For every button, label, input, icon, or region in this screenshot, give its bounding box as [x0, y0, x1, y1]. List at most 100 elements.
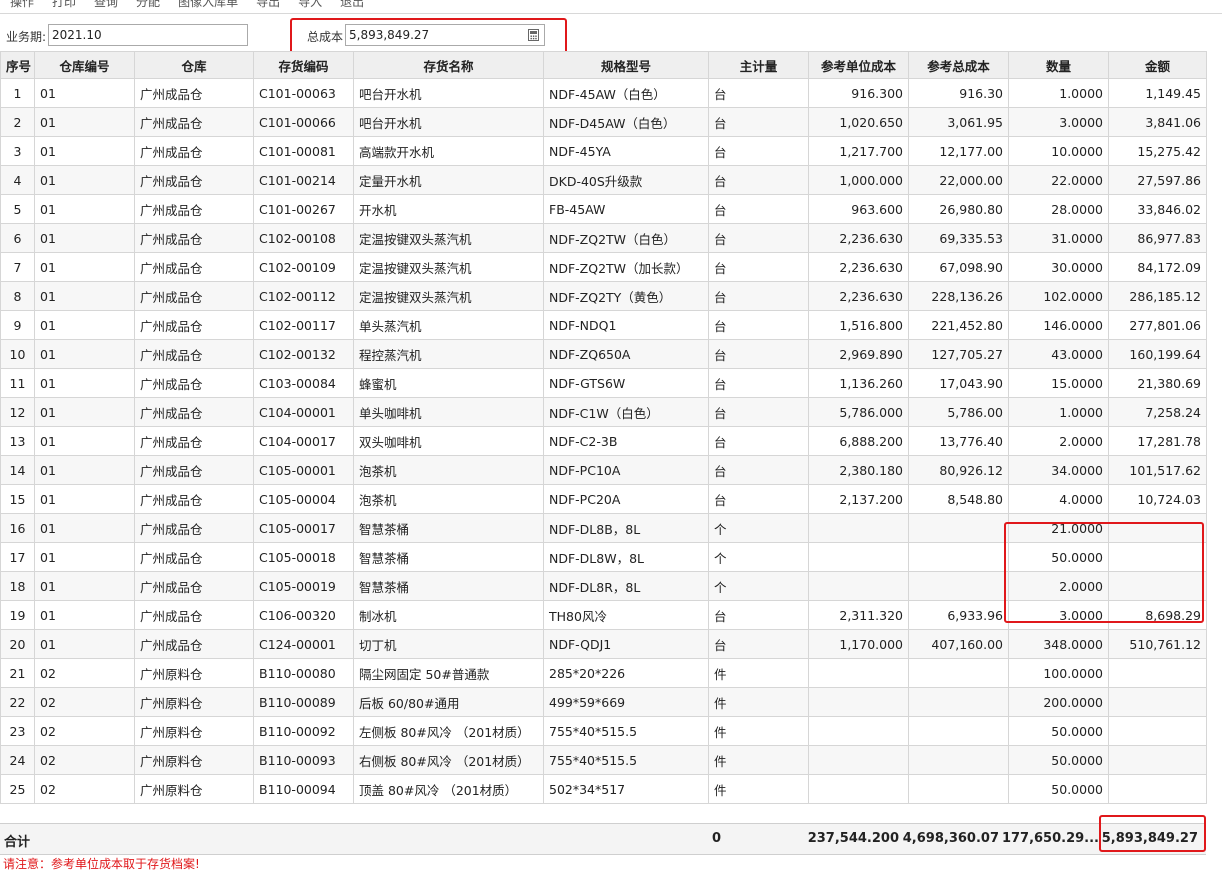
- column-header[interactable]: 仓库编号: [34, 51, 135, 79]
- table-body: 1 01 广州成品仓 C101-00063 吧台开水机 NDF-45AW（白色）台 916.…: [0, 78, 1207, 804]
- table-cell: 11: [0, 368, 35, 398]
- column-header[interactable]: 存货名称: [353, 51, 544, 79]
- table-cell: 广州成品仓: [134, 165, 254, 195]
- table-cell: 台: [708, 165, 809, 195]
- toolbar-item[interactable]: 分配: [136, 0, 160, 9]
- column-header[interactable]: 规格型号: [543, 51, 709, 79]
- table-row[interactable]: 23 02 广州原料仓 B110-00092 左侧板 80#风冷 （201材质） 755*…: [0, 716, 1207, 746]
- toolbar-item[interactable]: 查询: [94, 0, 118, 9]
- table-cell: [908, 571, 1009, 601]
- table-cell: 6,933.96: [908, 600, 1009, 630]
- toolbar-item[interactable]: 导出: [256, 0, 280, 9]
- table-row[interactable]: 14 01 广州成品仓 C105-00001 泡茶机 NDF-PC10A 台 2,380.18…: [0, 455, 1207, 485]
- table-cell: 15,275.42: [1108, 136, 1207, 166]
- table-cell: 件: [708, 716, 809, 746]
- table-row[interactable]: 24 02 广州原料仓 B110-00093 右侧板 80#风冷 （201材质） 755*…: [0, 745, 1207, 775]
- table-row[interactable]: 4 01 广州成品仓 C101-00214 定量开水机 DKD-40S升级款台 1,000.…: [0, 165, 1207, 195]
- period-label: 业务期:: [6, 30, 47, 44]
- period-input[interactable]: 2021.10: [48, 24, 248, 46]
- table-row[interactable]: 2 01 广州成品仓 C101-00066 吧台开水机 NDF-D45AW（白色）台 1,0…: [0, 107, 1207, 137]
- table-cell: 广州成品仓: [134, 629, 254, 659]
- table-cell: 286,185.12: [1108, 281, 1207, 311]
- table-cell: 348.0000: [1008, 629, 1109, 659]
- table-cell: 广州成品仓: [134, 136, 254, 166]
- column-header[interactable]: 序号: [0, 51, 35, 79]
- table-cell: [908, 774, 1009, 804]
- column-header[interactable]: 金额: [1108, 51, 1207, 79]
- table-cell: 台: [708, 484, 809, 514]
- table-row[interactable]: 15 01 广州成品仓 C105-00004 泡茶机 NDF-PC20A 台 2,137.20…: [0, 484, 1207, 514]
- table-cell: 顶盖 80#风冷 （201材质）: [353, 774, 544, 804]
- table-cell: 01: [34, 78, 135, 108]
- table-cell: 广州成品仓: [134, 281, 254, 311]
- table-row[interactable]: 6 01 广州成品仓 C102-00108 定温按键双头蒸汽机 NDF-ZQ2TW（白色）…: [0, 223, 1207, 253]
- table-cell: 01: [34, 252, 135, 282]
- table-cell: 吧台开水机: [353, 107, 544, 137]
- column-header[interactable]: 数量: [1008, 51, 1109, 79]
- table-cell: 广州成品仓: [134, 426, 254, 456]
- table-row[interactable]: 10 01 广州成品仓 C102-00132 程控蒸汽机 NDF-ZQ650A 台 2,969…: [0, 339, 1207, 369]
- table-cell: [1108, 774, 1207, 804]
- table-cell: 后板 60/80#通用: [353, 687, 544, 717]
- table-row[interactable]: 3 01 广州成品仓 C101-00081 高端款开水机 NDF-45YA 台 1,217.7…: [0, 136, 1207, 166]
- toolbar-item[interactable]: 退出: [340, 0, 364, 9]
- table-cell: 双头咖啡机: [353, 426, 544, 456]
- table-cell: 01: [34, 165, 135, 195]
- summary-label: 合计: [4, 835, 31, 850]
- table-cell: 755*40*515.5: [543, 745, 709, 775]
- table-cell: 1.0000: [1008, 78, 1109, 108]
- table-cell: 17: [0, 542, 35, 572]
- table-row[interactable]: 25 02 广州原料仓 B110-00094 顶盖 80#风冷 （201材质） 502*3…: [0, 774, 1207, 804]
- table-cell: 18: [0, 571, 35, 601]
- table-row[interactable]: 11 01 广州成品仓 C103-00084 蜂蜜机 NDF-GTS6W 台 1,136.26…: [0, 368, 1207, 398]
- table-cell: 33,846.02: [1108, 194, 1207, 224]
- table-row[interactable]: 5 01 广州成品仓 C101-00267 开水机 FB-45AW 台 963.600 26,9…: [0, 194, 1207, 224]
- table-row[interactable]: 12 01 广州成品仓 C104-00001 单头咖啡机 NDF-C1W（白色）台 5,78…: [0, 397, 1207, 427]
- column-header[interactable]: 参考单位成本: [808, 51, 909, 79]
- table-cell: [808, 513, 909, 543]
- column-header[interactable]: 参考总成本: [908, 51, 1009, 79]
- toolbar-item[interactable]: 图像入库单: [178, 0, 238, 9]
- table-cell: [808, 571, 909, 601]
- table-cell: 广州成品仓: [134, 542, 254, 572]
- table-cell: 1,170.000: [808, 629, 909, 659]
- table-cell: 广州成品仓: [134, 571, 254, 601]
- table-cell: 01: [34, 571, 135, 601]
- table-cell: 台: [708, 223, 809, 253]
- column-header[interactable]: 仓库: [134, 51, 254, 79]
- column-header[interactable]: 主计量: [708, 51, 809, 79]
- table-cell: 定温按键双头蒸汽机: [353, 252, 544, 282]
- table-cell: 13: [0, 426, 35, 456]
- table-cell: [808, 542, 909, 572]
- toolbar-item[interactable]: 操作: [10, 0, 34, 9]
- table-cell: 制冰机: [353, 600, 544, 630]
- table-cell: 5: [0, 194, 35, 224]
- table-cell: 10: [0, 339, 35, 369]
- table-row[interactable]: 21 02 广州原料仓 B110-00080 隔尘网固定 50#普通款 285*20*22…: [0, 658, 1207, 688]
- table-cell: 26,980.80: [908, 194, 1009, 224]
- table-cell: 102.0000: [1008, 281, 1109, 311]
- table-row[interactable]: 20 01 广州成品仓 C124-00001 切丁机 NDF-QDJ1 台 1,170.000…: [0, 629, 1207, 659]
- table-cell: 2: [0, 107, 35, 137]
- table-cell: 01: [34, 107, 135, 137]
- table-cell: 1,149.45: [1108, 78, 1207, 108]
- table-row[interactable]: 22 02 广州原料仓 B110-00089 后板 60/80#通用 499*59*669…: [0, 687, 1207, 717]
- summary-quantity: 177,650.29...: [1001, 831, 1099, 846]
- table-cell: [1108, 745, 1207, 775]
- table-cell: 广州原料仓: [134, 774, 254, 804]
- summary-row: 合计 0 237,544.200 4,698,360.07 177,650.29…: [0, 823, 1206, 855]
- table-cell: NDF-NDQ1: [543, 310, 709, 340]
- table-cell: 02: [34, 716, 135, 746]
- table-row[interactable]: 8 01 广州成品仓 C102-00112 定温按键双头蒸汽机 NDF-ZQ2TY（黄色）…: [0, 281, 1207, 311]
- table-row[interactable]: 7 01 广州成品仓 C102-00109 定温按键双头蒸汽机 NDF-ZQ2TW（加长款…: [0, 252, 1207, 282]
- column-header[interactable]: 存货编码: [253, 51, 354, 79]
- table-cell: 01: [34, 368, 135, 398]
- table-cell: 160,199.64: [1108, 339, 1207, 369]
- table-row[interactable]: 9 01 广州成品仓 C102-00117 单头蒸汽机 NDF-NDQ1 台 1,516.80…: [0, 310, 1207, 340]
- table-cell: 广州成品仓: [134, 397, 254, 427]
- toolbar-item[interactable]: 导入: [298, 0, 322, 9]
- table-cell: 广州成品仓: [134, 600, 254, 630]
- table-row[interactable]: 13 01 广州成品仓 C104-00017 双头咖啡机 NDF-C2-3B 台 6,888.…: [0, 426, 1207, 456]
- toolbar-item[interactable]: 打印: [52, 0, 76, 9]
- table-row[interactable]: 1 01 广州成品仓 C101-00063 吧台开水机 NDF-45AW（白色）台 916.…: [0, 78, 1207, 108]
